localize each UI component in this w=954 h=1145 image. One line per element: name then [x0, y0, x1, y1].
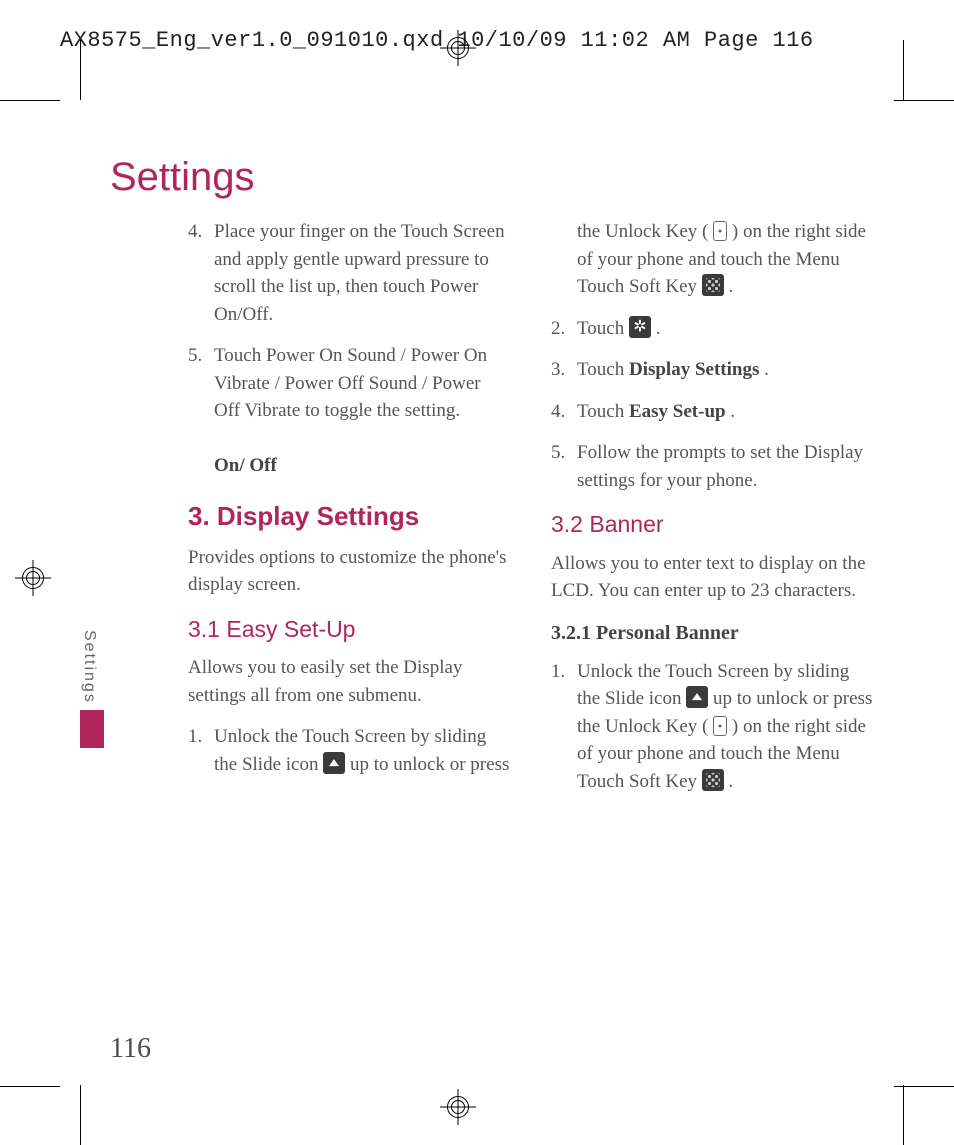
text-fragment: Touch: [577, 359, 629, 380]
step-text: Touch .: [577, 315, 874, 343]
step-number: 5.: [188, 342, 214, 480]
heading-banner: 3.2 Banner: [551, 508, 874, 541]
paragraph: Provides options to customize the phone'…: [188, 544, 511, 599]
step-number: 5.: [551, 439, 577, 494]
heading-display-settings: 3. Display Settings: [188, 498, 511, 536]
crop-mark: [903, 1085, 904, 1145]
text-fragment: .: [724, 276, 734, 297]
step-text: Follow the prompts to set the Display se…: [577, 439, 874, 494]
crop-mark: [903, 40, 904, 100]
registration-mark-icon: [440, 1089, 476, 1125]
paragraph: Allows you to easily set the Display set…: [188, 654, 511, 709]
body-columns: 4. Place your finger on the Touch Screen…: [188, 218, 874, 1007]
crop-mark: [0, 1086, 60, 1087]
step-text: Place your finger on the Touch Screen an…: [214, 218, 511, 328]
unlock-key-icon: [713, 716, 727, 736]
on-off-label: On/ Off: [214, 455, 277, 476]
step-number: 4.: [188, 218, 214, 328]
step-number: 1.: [551, 658, 577, 796]
unlock-key-icon: [713, 221, 727, 241]
text-fragment: Display Settings: [629, 359, 759, 380]
crop-mark: [80, 1085, 81, 1145]
text-fragment: Easy Set-up: [629, 401, 726, 422]
step-number: 2.: [551, 315, 577, 343]
crop-mark: [0, 100, 60, 101]
paragraph: Allows you to enter text to display on t…: [551, 550, 874, 605]
page-title: Settings: [110, 155, 255, 200]
text-fragment: .: [759, 359, 769, 380]
gear-icon: [629, 316, 651, 338]
step-number: 3.: [551, 356, 577, 384]
text-fragment: .: [651, 318, 661, 339]
step-text: Touch Display Settings .: [577, 356, 874, 384]
menu-soft-key-icon: [702, 769, 724, 791]
heading-easy-setup: 3.1 Easy Set-Up: [188, 613, 511, 646]
slide-icon: [686, 686, 708, 708]
registration-mark-icon: [440, 30, 476, 66]
step-text-body: Touch Power On Sound / Power On Vibrate …: [214, 345, 487, 421]
step-text: Unlock the Touch Screen by sliding the S…: [577, 658, 874, 796]
side-tab: Settings: [80, 630, 104, 748]
registration-mark-icon: [15, 560, 51, 596]
slide-icon: [323, 752, 345, 774]
side-tab-indicator: [80, 710, 104, 748]
page-number: 116: [110, 1033, 151, 1065]
print-header: AX8575_Eng_ver1.0_091010.qxd 10/10/09 11…: [60, 28, 814, 53]
text-fragment: Touch: [577, 318, 629, 339]
menu-soft-key-icon: [702, 274, 724, 296]
step-number: 4.: [551, 398, 577, 426]
text-fragment: Touch: [577, 401, 629, 422]
heading-personal-banner: 3.2.1 Personal Banner: [551, 619, 874, 648]
text-fragment: .: [724, 771, 734, 792]
text-fragment: .: [726, 401, 736, 422]
step-text: Touch Easy Set-up .: [577, 398, 874, 426]
page: Settings Settings 116 4. Place your fing…: [80, 100, 904, 1087]
crop-mark: [80, 40, 81, 100]
step-text: Touch Power On Sound / Power On Vibrate …: [214, 342, 511, 480]
side-tab-label: Settings: [80, 630, 98, 704]
